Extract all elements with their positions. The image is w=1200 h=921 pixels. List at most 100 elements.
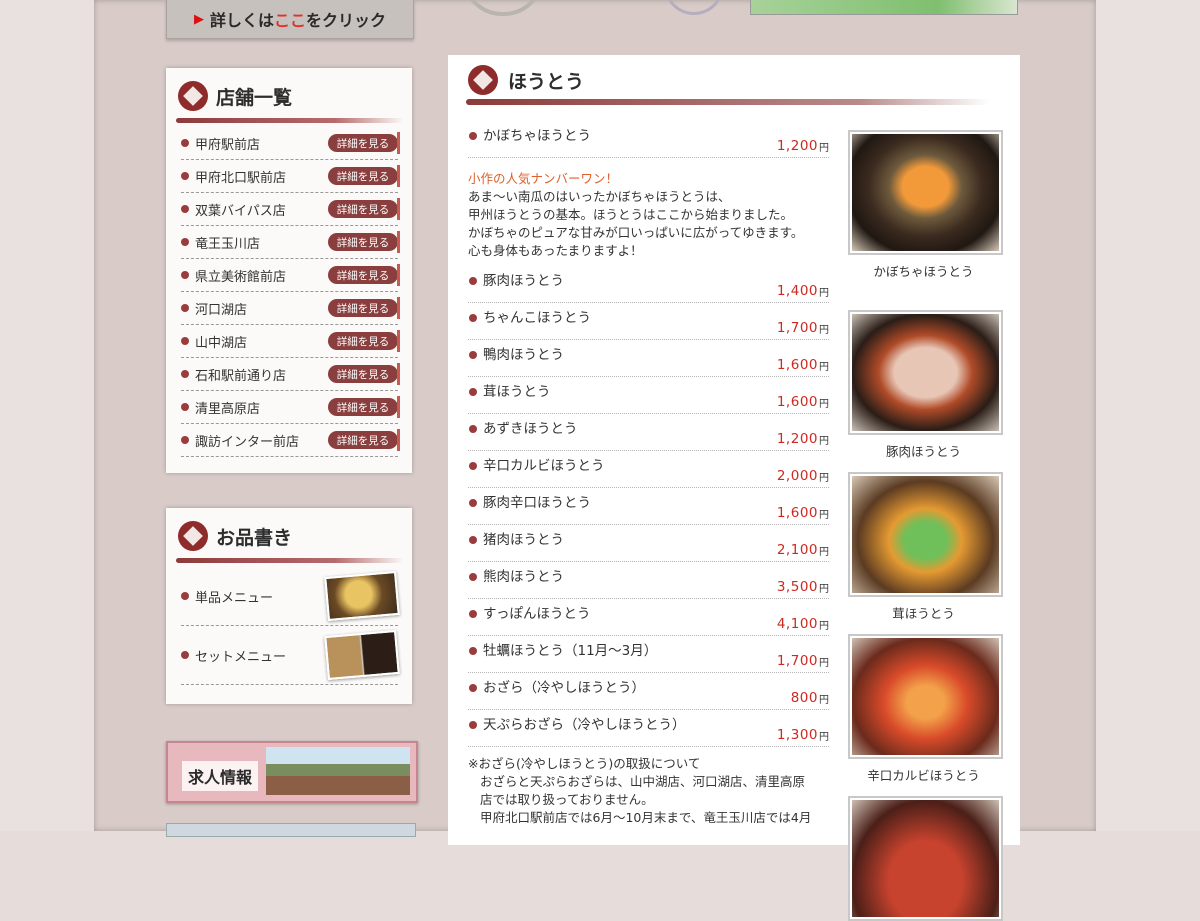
menu-item-row: 熊肉ほうとう 3,500 円 xyxy=(468,566,829,599)
bullet-icon xyxy=(181,205,189,213)
bullet-icon xyxy=(469,573,477,581)
dish-photos: かぼちゃほうとう 豚肉ほうとう 茸ほうとう 辛口カルビほうとう xyxy=(848,130,1003,921)
dish-photo-card xyxy=(848,796,1003,921)
yen-unit: 円 xyxy=(819,547,829,558)
store-detail-button[interactable]: 詳細を見る xyxy=(328,167,398,185)
store-name[interactable]: 県立美術館前店 xyxy=(195,266,328,285)
top-photo-banner[interactable] xyxy=(750,0,1018,15)
menu-item-price: 800 xyxy=(790,690,818,706)
description-catchphrase: 小作の人気ナンバーワン！ xyxy=(468,171,619,186)
store-detail-button[interactable]: 詳細を見る xyxy=(328,365,398,383)
menu-item-price: 1,700 xyxy=(776,320,818,336)
yen-unit: 円 xyxy=(819,362,829,373)
store-list-title: 店舗一覧 xyxy=(216,86,293,109)
item-description: 小作の人気ナンバーワン！ あま〜い南瓜のはいったかぼちゃほうとうは、 甲州ほうと… xyxy=(468,162,829,270)
details-click-banner[interactable]: ▶ 詳しくは ここ をクリック xyxy=(166,0,414,39)
menu-item-row: 豚肉辛口ほうとう 1,600 円 xyxy=(468,492,829,525)
bullet-icon xyxy=(181,238,189,246)
store-name[interactable]: 清里高原店 xyxy=(195,398,328,417)
menu-item-price: 1,600 xyxy=(776,357,818,373)
dish-photo xyxy=(852,314,999,431)
menu-item-name: あずきほうとう xyxy=(483,421,578,437)
store-name[interactable]: 河口湖店 xyxy=(195,299,328,318)
dish-photo xyxy=(852,800,999,917)
menu-item-name: 鴨肉ほうとう xyxy=(483,347,564,363)
menu-item-name: 茸ほうとう xyxy=(483,384,551,400)
page-margin-right xyxy=(1096,0,1200,831)
bottom-banner[interactable] xyxy=(166,823,416,837)
menu-item-name: 牡蠣ほうとう（11月〜3月） xyxy=(483,643,658,659)
store-detail-button[interactable]: 詳細を見る xyxy=(328,299,398,317)
store-name[interactable]: 石和駅前通り店 xyxy=(195,365,328,384)
bullet-icon xyxy=(181,337,189,345)
houtou-menu-panel: ほうとう かぼちゃほうとう 1,200 円 小作の人気ナンバーワン！ あま〜い南瓜… xyxy=(448,55,1020,921)
menu-link-label: セットメニュー xyxy=(195,649,287,665)
description-line: あま〜い南瓜のはいったかぼちゃほうとうは、 xyxy=(468,189,731,204)
description-line: 甲州ほうとうの基本。ほうとうはここから始まりました。 xyxy=(468,207,794,222)
note-line: 甲府北口駅前店では6月〜10月末まで、竜王玉川店では4月 xyxy=(480,810,812,825)
bullet-icon xyxy=(181,370,189,378)
job-banner-photo xyxy=(266,747,410,795)
ozara-note: ※おざら(冷やしほうとう)の取扱について おざらと天ぷらおざらは、山中湖店、河口… xyxy=(468,755,829,827)
dish-photo-frame xyxy=(848,796,1003,921)
yen-unit: 円 xyxy=(819,695,829,706)
page-margin-left xyxy=(0,0,94,831)
dish-photo-frame xyxy=(848,472,1003,597)
diamond-crest-icon xyxy=(178,81,208,111)
yen-unit: 円 xyxy=(819,436,829,447)
bullet-icon xyxy=(469,277,477,285)
menu-item-price: 4,100 xyxy=(776,616,818,632)
store-name[interactable]: 山中湖店 xyxy=(195,332,328,351)
menu-item-name: 豚肉辛口ほうとう xyxy=(483,495,591,511)
store-detail-button[interactable]: 詳細を見る xyxy=(328,332,398,350)
row-edge-decoration xyxy=(397,363,400,385)
menu-category-header: お品書き xyxy=(178,516,412,556)
row-edge-decoration xyxy=(397,132,400,154)
menu-link-set[interactable]: セットメニュー xyxy=(181,626,400,685)
bullet-icon xyxy=(181,651,189,659)
yen-unit: 円 xyxy=(819,473,829,484)
yen-unit: 円 xyxy=(819,658,829,669)
store-name[interactable]: 甲府北口駅前店 xyxy=(195,167,328,186)
menu-item-row: おざら（冷やしほうとう） 800 円 xyxy=(468,677,829,710)
job-info-banner[interactable]: 求人情報 xyxy=(166,741,418,803)
menu-item-price: 2,000 xyxy=(776,468,818,484)
menu-item-price: 1,700 xyxy=(776,653,818,669)
store-detail-button[interactable]: 詳細を見る xyxy=(328,398,398,416)
menu-item-row: 茸ほうとう 1,600 円 xyxy=(468,381,829,414)
store-row: 山中湖店 詳細を見る xyxy=(181,325,400,358)
store-detail-button[interactable]: 詳細を見る xyxy=(328,266,398,284)
store-detail-button[interactable]: 詳細を見る xyxy=(328,134,398,152)
yen-unit: 円 xyxy=(819,399,829,410)
row-edge-decoration xyxy=(397,198,400,220)
store-detail-button[interactable]: 詳細を見る xyxy=(328,233,398,251)
store-row: 甲府北口駅前店 詳細を見る xyxy=(181,160,400,193)
store-name[interactable]: 甲府駅前店 xyxy=(195,134,328,153)
store-row: 甲府駅前店 詳細を見る xyxy=(181,127,400,160)
menu-item-row: 猪肉ほうとう 2,100 円 xyxy=(468,529,829,562)
bullet-icon xyxy=(181,403,189,411)
store-name[interactable]: 竜王玉川店 xyxy=(195,233,328,252)
store-list: 甲府駅前店 詳細を見る 甲府北口駅前店 詳細を見る 双葉バイパス店 詳細を見る 竜王玉川店詳… xyxy=(166,127,412,457)
menu-item-row: 牡蠣ほうとう（11月〜3月） 1,700 円 xyxy=(468,640,829,673)
yen-unit: 円 xyxy=(819,732,829,743)
menu-item-row: 辛口カルビほうとう 2,000 円 xyxy=(468,455,829,488)
menu-item-name: おざら（冷やしほうとう） xyxy=(483,680,645,696)
banner-text-highlight: ここ xyxy=(273,11,306,30)
bullet-icon xyxy=(181,139,189,147)
job-info-label: 求人情報 xyxy=(182,761,259,791)
store-detail-button[interactable]: 詳細を見る xyxy=(328,200,398,218)
yen-unit: 円 xyxy=(819,510,829,521)
store-list-header: 店舗一覧 xyxy=(178,76,412,116)
store-row: 清里高原店 詳細を見る xyxy=(181,391,400,424)
note-line: おざらと天ぷらおざらは、山中湖店、河口湖店、清里高原 xyxy=(480,774,806,789)
bullet-icon xyxy=(181,592,189,600)
store-name[interactable]: 諏訪インター前店 xyxy=(195,431,328,450)
store-name[interactable]: 双葉バイパス店 xyxy=(195,200,328,219)
menu-item-price: 3,500 xyxy=(776,579,818,595)
menu-link-single[interactable]: 単品メニュー xyxy=(181,567,400,626)
menu-category-box: お品書き 単品メニュー セットメニュー xyxy=(166,508,412,704)
store-detail-button[interactable]: 詳細を見る xyxy=(328,431,398,449)
bullet-icon xyxy=(469,351,477,359)
bullet-icon xyxy=(469,462,477,470)
